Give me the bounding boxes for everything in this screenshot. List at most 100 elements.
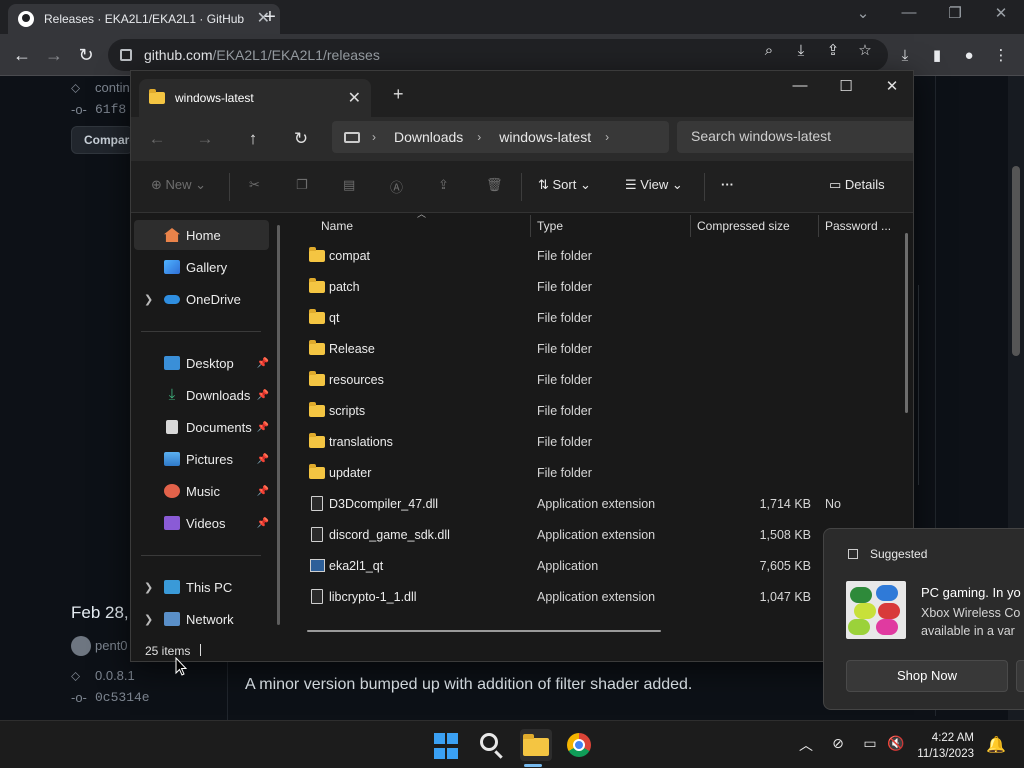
sidebar-item-music[interactable]: Music 📌 — [134, 476, 269, 506]
show-hidden-icons-button[interactable]: ︿ — [796, 735, 816, 755]
chevron-right-icon[interactable]: › — [477, 130, 481, 144]
previous-commit[interactable]: 61f8 — [95, 102, 126, 117]
forward-button[interactable]: → — [193, 127, 217, 151]
sidebar-item-videos[interactable]: Videos 📌 — [134, 508, 269, 538]
table-row[interactable]: Release File folder — [301, 334, 901, 365]
table-row[interactable]: updater File folder — [301, 458, 901, 489]
chrome-taskbar-button[interactable] — [565, 731, 593, 759]
start-button[interactable] — [434, 733, 462, 761]
address-breadcrumb[interactable]: › Downloads › windows-latest › — [332, 121, 669, 153]
more-options-button[interactable]: ··· — [721, 177, 734, 192]
notification-bell-icon[interactable]: 🔔 — [986, 735, 1006, 755]
sidebar-item-onedrive[interactable]: ❯ OneDrive — [134, 284, 269, 314]
cut-icon[interactable]: ✂ — [249, 177, 260, 193]
sidebar-item-this-pc[interactable]: ❯ This PC — [134, 572, 269, 602]
refresh-button[interactable]: ↻ — [289, 127, 313, 151]
minimize-button[interactable]: — — [894, 4, 924, 21]
pin-icon[interactable]: 📌 — [257, 390, 269, 401]
view-button[interactable]: ☰ View ⌄ — [625, 177, 683, 193]
details-button[interactable]: ▭ Details — [829, 177, 885, 193]
table-row[interactable]: compat File folder — [301, 241, 901, 272]
release-author[interactable]: pent0 — [95, 638, 128, 653]
bookmark-star-icon[interactable]: ☆ — [856, 42, 874, 60]
delete-icon[interactable]: 🗑 — [486, 177, 503, 193]
restore-button[interactable]: ❐ — [940, 4, 970, 22]
sidebar-item-gallery[interactable]: Gallery — [134, 252, 269, 282]
install-app-icon[interactable]: ⤓ — [792, 42, 810, 60]
pin-icon[interactable]: 📌 — [257, 454, 269, 465]
share-icon[interactable]: ⇪ — [824, 42, 842, 60]
file-list-horizontal-scrollbar[interactable] — [307, 630, 661, 632]
chevron-right-icon[interactable]: › — [372, 130, 376, 144]
chevron-right-icon[interactable]: ❯ — [144, 613, 153, 626]
share-icon[interactable]: ⇪ — [438, 177, 449, 193]
forward-button[interactable]: → — [42, 43, 66, 67]
profile-icon[interactable]: ● — [959, 46, 979, 66]
explorer-tab[interactable]: windows-latest ✕ — [139, 79, 371, 117]
volume-muted-icon[interactable]: 🔇 — [886, 735, 906, 752]
chevron-right-icon[interactable]: ❯ — [144, 293, 153, 306]
scrollbar-thumb[interactable] — [1012, 166, 1020, 356]
search-input[interactable]: Search windows-latest — [677, 121, 913, 153]
sidebar-scrollbar[interactable] — [277, 225, 280, 625]
column-header-compressed-size[interactable]: Compressed size — [697, 219, 790, 233]
table-row[interactable]: libcrypto-1_1.dll Application extension 1,… — [301, 582, 901, 613]
network-offline-icon[interactable]: ⊘ — [828, 735, 848, 752]
sidebar-item-pictures[interactable]: Pictures 📌 — [134, 444, 269, 474]
table-row[interactable]: resources File folder — [301, 365, 901, 396]
sidebar-item-desktop[interactable]: Desktop 📌 — [134, 348, 269, 378]
chevron-right-icon[interactable]: ❯ — [144, 581, 153, 594]
table-row[interactable]: translations File folder — [301, 427, 901, 458]
table-row[interactable]: qt File folder — [301, 303, 901, 334]
column-header-type[interactable]: Type — [537, 219, 563, 233]
table-row[interactable]: D3Dcompiler_47.dll Application extension 1… — [301, 489, 901, 520]
release-tag[interactable]: 0.0.8.1 — [95, 668, 135, 683]
system-clock[interactable]: 4:22 AM 11/13/2023 — [916, 730, 974, 762]
suggested-notification[interactable]: Suggested PC gaming. In yo Xbox Wireless… — [823, 528, 1024, 710]
search-button[interactable] — [478, 731, 506, 759]
chevron-right-icon[interactable]: › — [605, 130, 609, 144]
avatar[interactable] — [71, 636, 91, 656]
compare-button[interactable]: Compare — [71, 126, 133, 154]
sort-button[interactable]: ⇅ Sort ⌄ — [538, 177, 591, 193]
secondary-action-button[interactable] — [1016, 660, 1024, 692]
display-icon[interactable]: ▭ — [860, 735, 880, 752]
chevron-down-icon[interactable]: ⌄ — [848, 4, 878, 22]
copy-icon[interactable]: ❐ — [296, 177, 308, 193]
shop-now-button[interactable]: Shop Now — [846, 660, 1008, 692]
back-button[interactable]: ← — [145, 127, 169, 151]
column-divider[interactable] — [818, 215, 819, 237]
column-divider[interactable] — [690, 215, 691, 237]
pin-icon[interactable]: 📌 — [257, 486, 269, 497]
sidebar-item-downloads[interactable]: ⤓ Downloads 📌 — [134, 380, 269, 410]
minimize-button[interactable]: — — [785, 77, 815, 94]
sidebar-item-documents[interactable]: Documents 📌 — [134, 412, 269, 442]
close-icon[interactable]: ✕ — [348, 88, 361, 108]
paste-icon[interactable]: ▤ — [343, 177, 355, 193]
browser-tab[interactable]: Releases · EKA2L1/EKA2L1 · GitHub ✕ — [8, 4, 280, 34]
maximize-button[interactable]: ☐ — [831, 77, 861, 95]
back-button[interactable]: ← — [10, 43, 34, 67]
pin-icon[interactable]: 📌 — [257, 422, 269, 433]
zoom-icon[interactable]: ⌕ — [760, 42, 778, 60]
column-divider[interactable] — [530, 215, 531, 237]
new-tab-button[interactable]: + — [393, 84, 404, 105]
new-button[interactable]: ⊕ New ⌄ — [151, 177, 206, 193]
file-list-vertical-scrollbar[interactable] — [905, 233, 908, 413]
reload-button[interactable]: ↻ — [74, 43, 98, 67]
download-icon[interactable]: ⤓ — [895, 46, 915, 66]
breadcrumb-downloads[interactable]: Downloads — [394, 129, 463, 145]
pin-icon[interactable]: 📌 — [257, 518, 269, 529]
previous-tag[interactable]: contin — [95, 80, 130, 95]
file-explorer-taskbar-button[interactable] — [520, 729, 552, 761]
table-row[interactable]: eka2l1_qt Application 7,605 KB — [301, 551, 901, 582]
table-row[interactable]: scripts File folder — [301, 396, 901, 427]
breadcrumb-windows-latest[interactable]: windows-latest — [499, 129, 591, 145]
release-commit[interactable]: 0c5314e — [95, 690, 150, 705]
up-button[interactable]: ↑ — [241, 127, 265, 151]
table-row[interactable]: discord_game_sdk.dll Application extensio… — [301, 520, 901, 551]
side-panel-icon[interactable]: ▮ — [927, 46, 947, 66]
pin-icon[interactable]: 📌 — [257, 358, 269, 369]
table-row[interactable]: patch File folder — [301, 272, 901, 303]
close-window-button[interactable]: ✕ — [986, 4, 1016, 22]
